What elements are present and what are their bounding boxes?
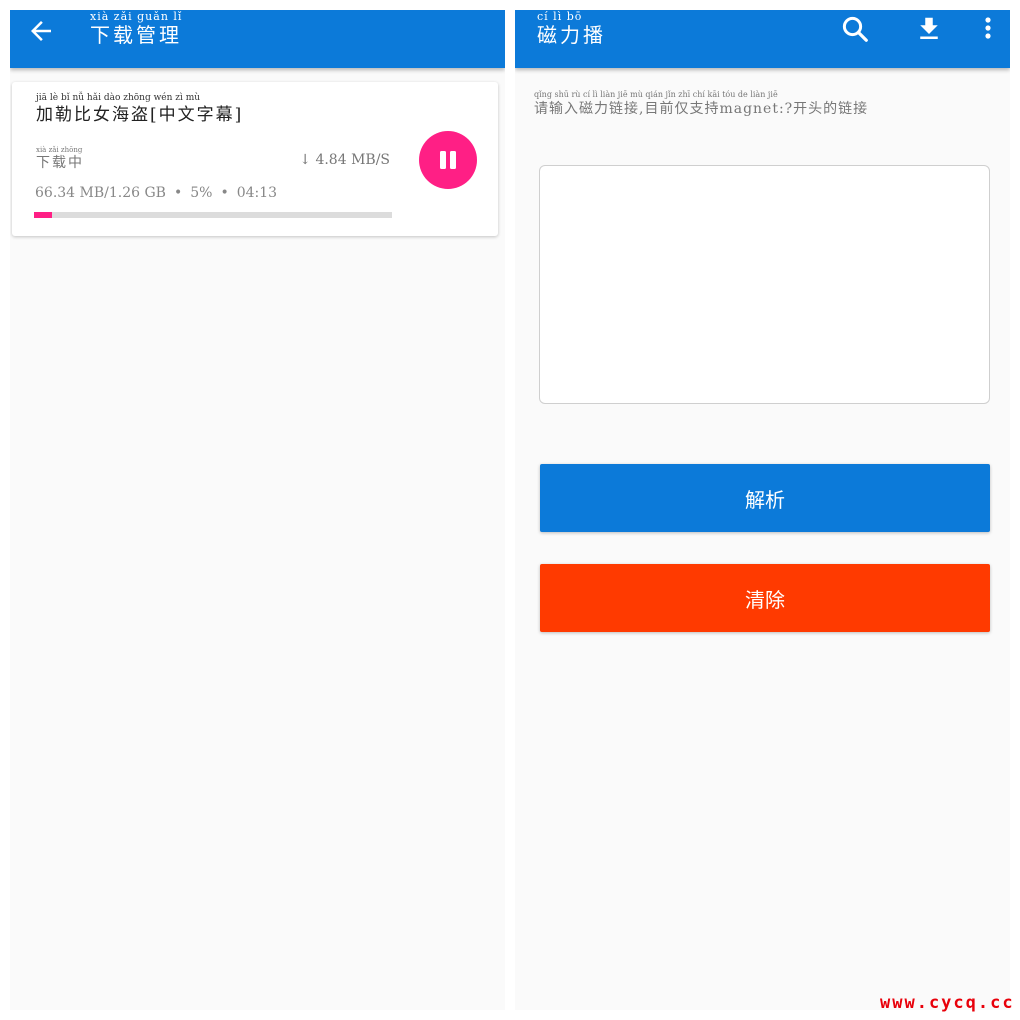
app-bar: xià zǎi guǎn lǐ 下载管理 <box>10 10 505 68</box>
back-button[interactable] <box>26 16 56 46</box>
clear-button[interactable]: 清除 <box>540 564 990 632</box>
watermark-text: www.cycq.cc <box>880 993 1015 1013</box>
download-eta: 04:13 <box>236 185 278 201</box>
download-manager-button[interactable] <box>914 14 944 44</box>
separator-dot: • <box>173 185 183 201</box>
download-title-pinyin: jiā lè bǐ nǚ hǎi dào zhōng wén zì mù <box>36 93 201 103</box>
download-manager-screen: xià zǎi guǎn lǐ 下载管理 jiā lè bǐ nǚ hǎi dà… <box>10 10 505 1010</box>
download-title-text: 加勒比女海盗[中文字幕] <box>36 105 244 125</box>
download-meta: 66.34 MB/1.26 GB • 5% • 04:13 <box>35 185 277 201</box>
page-title-text: 磁力播 <box>537 23 606 47</box>
download-size: 66.34 MB/1.26 GB <box>35 185 166 201</box>
page-title-pinyin: xià zǎi guǎn lǐ <box>90 10 183 23</box>
page-title-text: 下载管理 <box>90 23 182 47</box>
more-options-button[interactable] <box>977 14 999 44</box>
more-vertical-icon <box>985 17 991 39</box>
search-button[interactable] <box>840 14 870 44</box>
page-title: xià zǎi guǎn lǐ 下载管理 <box>90 10 182 47</box>
pause-button[interactable] <box>419 131 477 189</box>
download-status-pinyin: xià zǎi zhōng <box>36 146 83 154</box>
search-icon <box>842 16 868 42</box>
magnet-player-screen: cí lì bō 磁力播 qǐng shū rù cí lì liàn jiē … <box>515 10 1010 1010</box>
download-status-text: 下载中 <box>36 155 84 171</box>
download-icon <box>920 17 938 39</box>
pause-icon <box>440 151 456 169</box>
app-bar: cí lì bō 磁力播 <box>515 10 1010 68</box>
arrow-left-icon <box>31 21 51 41</box>
download-progress-bar <box>34 212 392 218</box>
download-progress-fill <box>34 212 52 218</box>
magnet-link-input[interactable] <box>539 165 990 404</box>
magnet-hint-text: 请输入磁力链接,目前仅支持magnet:?开头的链接 <box>534 101 869 117</box>
download-item-card[interactable]: jiā lè bǐ nǚ hǎi dào zhōng wén zì mù 加勒比… <box>12 82 498 236</box>
magnet-hint: qǐng shū rù cí lì liàn jiē mù qián jǐn z… <box>534 90 868 118</box>
parse-button[interactable]: 解析 <box>540 464 990 532</box>
download-speed: ↓ 4.84 MB/S <box>299 152 390 168</box>
magnet-hint-pinyin: qǐng shū rù cí lì liàn jiē mù qián jǐn z… <box>534 90 778 99</box>
separator-dot: • <box>220 185 229 201</box>
page-title: cí lì bō 磁力播 <box>537 10 606 47</box>
download-title: jiā lè bǐ nǚ hǎi dào zhōng wén zì mù 加勒比… <box>36 93 243 126</box>
page-title-pinyin: cí lì bō <box>537 10 583 23</box>
download-status: xià zǎi zhōng 下载中 <box>36 146 84 171</box>
download-percent: 5% <box>190 185 213 201</box>
